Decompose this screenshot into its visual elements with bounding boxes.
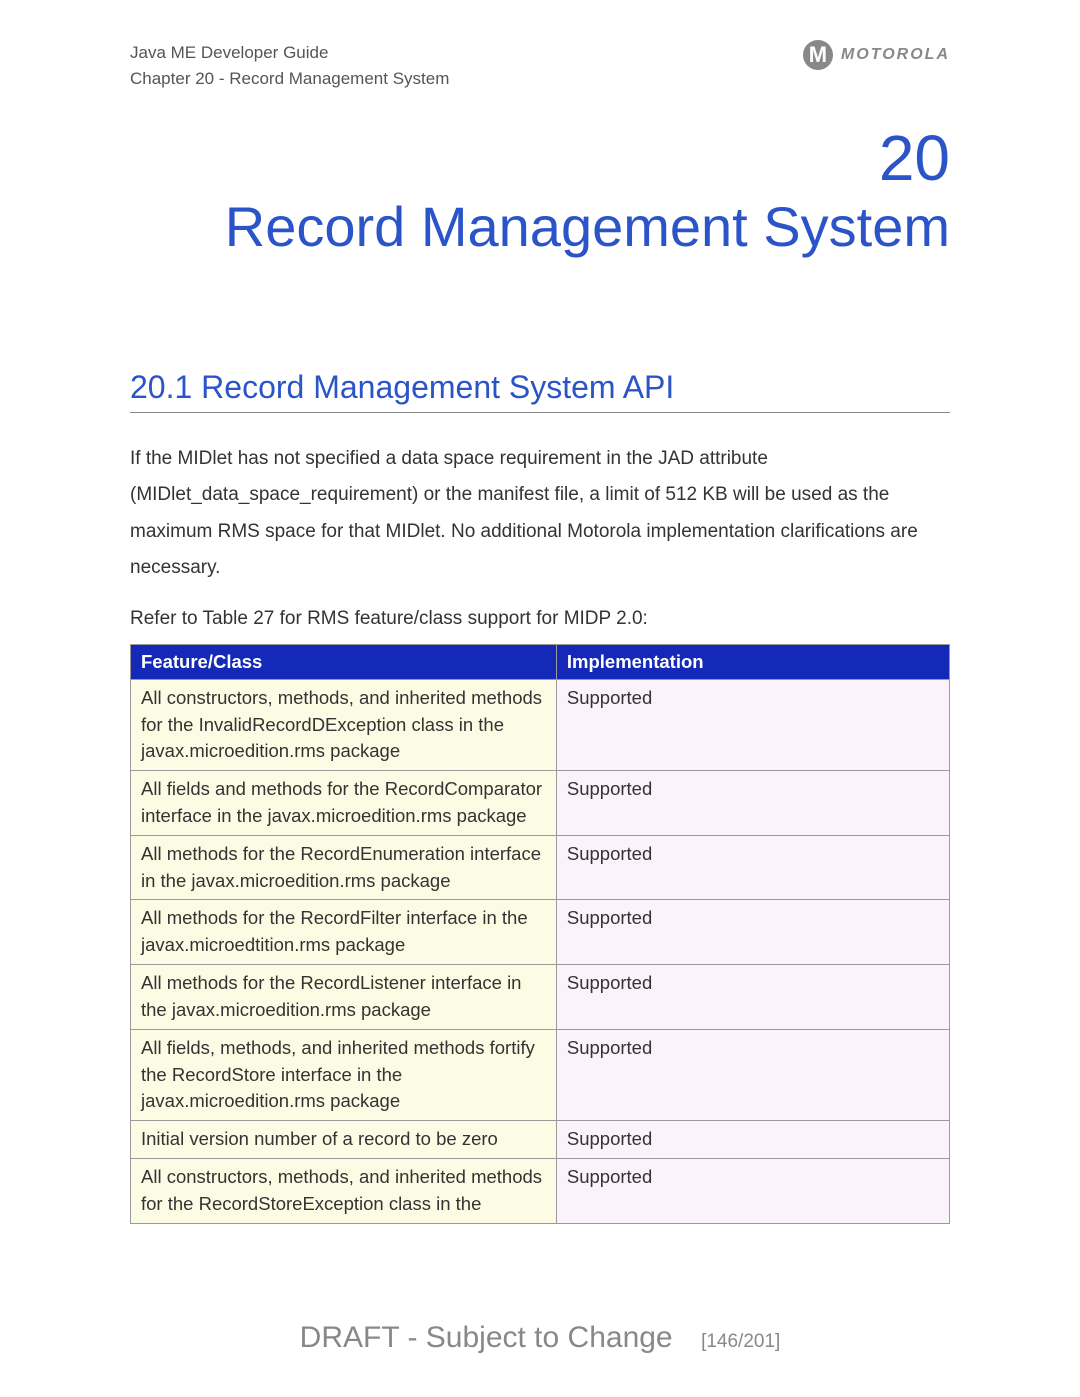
- cell-feature: Initial version number of a record to be…: [131, 1121, 557, 1159]
- cell-feature: All fields, methods, and inherited metho…: [131, 1029, 557, 1120]
- table-row: All methods for the RecordFilter interfa…: [131, 900, 950, 965]
- table-row: All methods for the RecordListener inter…: [131, 965, 950, 1030]
- cell-implementation: Supported: [556, 1158, 949, 1223]
- cell-feature: All methods for the RecordEnumeration in…: [131, 835, 557, 900]
- table-header-row: Feature/Class Implementation: [131, 644, 950, 679]
- header-text: Java ME Developer Guide Chapter 20 - Rec…: [130, 40, 449, 91]
- chapter-number: 20: [130, 121, 950, 195]
- page-header: Java ME Developer Guide Chapter 20 - Rec…: [130, 40, 950, 91]
- cell-implementation: Supported: [556, 771, 949, 836]
- chapter-breadcrumb: Chapter 20 - Record Management System: [130, 66, 449, 92]
- cell-implementation: Supported: [556, 900, 949, 965]
- cell-feature: All methods for the RecordFilter interfa…: [131, 900, 557, 965]
- brand-name: MOTOROLA: [841, 46, 950, 64]
- feature-table: Feature/Class Implementation All constru…: [130, 644, 950, 1224]
- cell-implementation: Supported: [556, 679, 949, 770]
- table-row: All fields and methods for the RecordCom…: [131, 771, 950, 836]
- cell-implementation: Supported: [556, 835, 949, 900]
- cell-implementation: Supported: [556, 1121, 949, 1159]
- cell-feature: All constructors, methods, and inherited…: [131, 679, 557, 770]
- table-row: All fields, methods, and inherited metho…: [131, 1029, 950, 1120]
- document-page: Java ME Developer Guide Chapter 20 - Rec…: [0, 0, 1080, 1397]
- table-row: All constructors, methods, and inherited…: [131, 1158, 950, 1223]
- cell-implementation: Supported: [556, 965, 949, 1030]
- table-reference: Refer to Table 27 for RMS feature/class …: [130, 608, 950, 630]
- draft-status: DRAFT - Subject to Change: [300, 1321, 673, 1354]
- section-paragraph: If the MIDlet has not specified a data s…: [130, 441, 950, 585]
- cell-implementation: Supported: [556, 1029, 949, 1120]
- section-divider: [130, 412, 950, 413]
- col-header-implementation: Implementation: [556, 644, 949, 679]
- chapter-title: Record Management System: [130, 195, 950, 259]
- table-row: All methods for the RecordEnumeration in…: [131, 835, 950, 900]
- page-number: [146/201]: [701, 1331, 780, 1352]
- motorola-m-icon: M: [803, 40, 833, 70]
- col-header-feature: Feature/Class: [131, 644, 557, 679]
- cell-feature: All methods for the RecordListener inter…: [131, 965, 557, 1030]
- cell-feature: All fields and methods for the RecordCom…: [131, 771, 557, 836]
- cell-feature: All constructors, methods, and inherited…: [131, 1158, 557, 1223]
- table-row: All constructors, methods, and inherited…: [131, 679, 950, 770]
- table-row: Initial version number of a record to be…: [131, 1121, 950, 1159]
- doc-title: Java ME Developer Guide: [130, 40, 449, 66]
- section-heading: 20.1 Record Management System API: [130, 369, 950, 406]
- brand-logo: M MOTOROLA: [803, 40, 950, 70]
- page-footer: DRAFT - Subject to Change [146/201]: [0, 1321, 1080, 1355]
